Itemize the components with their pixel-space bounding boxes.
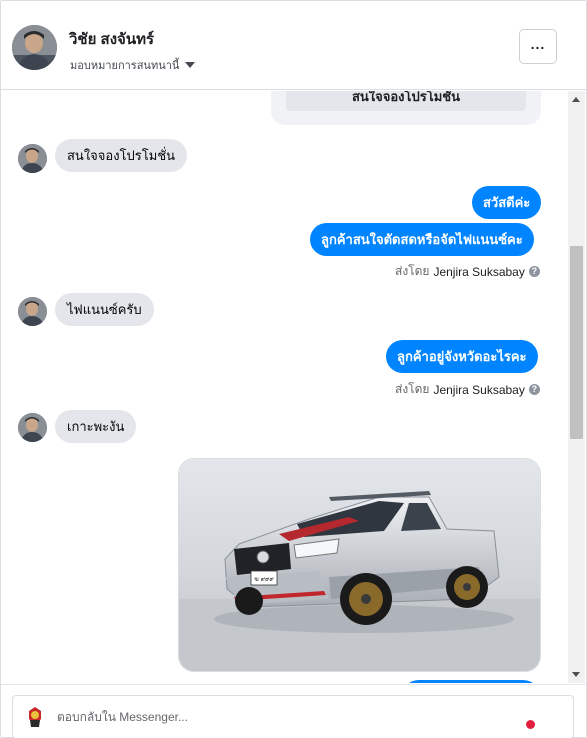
- page-avatar: [22, 704, 48, 730]
- customer-avatar-small: [18, 297, 47, 326]
- scroll-down-arrow-icon[interactable]: [572, 672, 580, 677]
- template-card: สนใจจองโปรโมชัน: [271, 91, 541, 125]
- dropdown-caret-icon: [185, 62, 196, 68]
- more-options-button[interactable]: ...: [519, 29, 557, 64]
- sent-by-prefix: ส่งโดย: [395, 382, 430, 396]
- message-thread: สนใจจองโปรโมชัน สนใจจองโปรโมชั่น สวัสดีค…: [1, 91, 568, 683]
- sent-by-name: Jenjira Suksabay: [433, 264, 525, 279]
- conversation-header: วิชัย สงจันทร์ มอบหมายการสนทนานี้ ...: [1, 1, 586, 90]
- license-plate: ฆ ๙๙๙: [254, 576, 274, 583]
- assign-conversation-dropdown[interactable]: มอบหมายการสนทนานี้: [70, 56, 196, 74]
- info-icon[interactable]: ?: [528, 384, 540, 395]
- reply-input[interactable]: [57, 707, 537, 727]
- more-options-icon: ...: [530, 35, 546, 52]
- scroll-up-arrow-icon[interactable]: [572, 97, 580, 102]
- sent-by-name: Jenjira Suksabay: [433, 382, 525, 397]
- incoming-message: เกาะพะงัน: [55, 410, 137, 443]
- customer-name: วิชัย สงจันทร์: [69, 31, 155, 48]
- outgoing-message: สวัสดีค่ะ: [472, 186, 542, 219]
- outgoing-message: ลูกค้าอยู่จังหวัดอะไรคะ: [386, 340, 538, 373]
- outgoing-message: ลูกค้าสนใจตัดสดหรือจัดไฟแนนซ์คะ: [310, 223, 534, 256]
- assign-label: มอบหมายการสนทนานี้: [70, 60, 180, 72]
- reply-box[interactable]: [12, 695, 574, 738]
- customer-avatar-small: [18, 144, 47, 173]
- notification-dot: [526, 720, 535, 729]
- reply-composer: [1, 684, 586, 738]
- card-button[interactable]: สนใจจองโปรโมชัน: [286, 91, 526, 111]
- scroll-thumb[interactable]: [570, 246, 583, 439]
- car-photo-attachment[interactable]: ฆ ๙๙๙: [178, 458, 541, 672]
- thread-scrollbar[interactable]: [568, 91, 585, 683]
- sent-by-line: ส่งโดย Jenjira Suksabay ?: [395, 380, 540, 399]
- sent-by-line: ส่งโดย Jenjira Suksabay ?: [395, 262, 540, 281]
- incoming-message: สนใจจองโปรโมชั่น: [55, 139, 188, 172]
- customer-avatar-small: [18, 413, 47, 442]
- info-icon[interactable]: ?: [528, 266, 540, 277]
- outgoing-message-partial: [401, 680, 541, 683]
- incoming-message: ไฟแนนซ์ครับ: [55, 293, 154, 326]
- customer-avatar[interactable]: [12, 25, 57, 70]
- sent-by-prefix: ส่งโดย: [395, 264, 430, 278]
